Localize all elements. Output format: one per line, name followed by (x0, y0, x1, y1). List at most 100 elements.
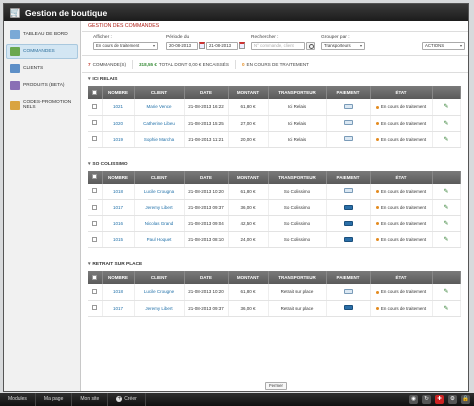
row-checkbox[interactable] (92, 288, 98, 294)
row-checkbox[interactable] (92, 204, 98, 210)
order-number[interactable]: 1019 (102, 131, 135, 148)
row-checkbox[interactable] (92, 305, 98, 310)
row-checkbox-cell[interactable] (88, 99, 103, 116)
settings-icon[interactable]: ⚙ (448, 395, 457, 404)
date-to-field[interactable]: 21-08-2013 (206, 42, 238, 50)
my-page-button[interactable]: Ma page (36, 393, 73, 406)
column-header[interactable]: MONTANT (228, 86, 269, 99)
section-title[interactable]: ▾ RETRAIT SUR PLACE (82, 258, 468, 271)
order-number[interactable]: 1018 (102, 183, 135, 200)
table-row[interactable]: 1020 Catherine Libeu 21-08-2013 15:25 27,00… (88, 115, 461, 132)
column-header[interactable]: MONTANT (228, 170, 269, 184)
client-name[interactable]: Jeremy Libert (134, 199, 185, 216)
order-number[interactable]: 1017 (102, 199, 135, 216)
row-checkbox[interactable] (92, 236, 98, 242)
edit-cell[interactable]: ✎ (432, 131, 461, 148)
row-checkbox-cell[interactable] (88, 183, 103, 200)
order-number[interactable]: 1021 (102, 99, 135, 116)
row-checkbox-cell[interactable] (88, 300, 103, 317)
client-name[interactable]: Lucile Crougna (134, 183, 185, 200)
client-name[interactable]: Marie Vence (134, 99, 185, 116)
order-number[interactable]: 1016 (102, 215, 135, 232)
column-header[interactable]: ÉTAT (370, 271, 433, 284)
column-header[interactable]: CLIENT (134, 86, 185, 99)
select-all-cell[interactable] (88, 86, 103, 99)
modules-button[interactable]: Modules (0, 393, 36, 406)
column-header[interactable]: ÉTAT (370, 170, 433, 184)
row-checkbox[interactable] (92, 188, 98, 194)
column-header[interactable]: ÉTAT (370, 86, 433, 99)
sidebar-item-orders[interactable]: COMMANDES (6, 44, 78, 59)
row-checkbox-cell[interactable] (88, 215, 103, 232)
column-header[interactable]: DATE (184, 271, 229, 284)
select-all-checkbox[interactable] (92, 89, 98, 95)
close-button[interactable]: Fermer (265, 382, 287, 390)
refresh-icon[interactable]: ↻ (422, 395, 431, 404)
sidebar-item-promo-codes[interactable]: CODES-PROMOTIONNELS (6, 95, 78, 115)
edit-cell[interactable]: ✎ (432, 99, 461, 116)
order-number[interactable]: 1018 (102, 284, 135, 301)
select-all-checkbox[interactable] (92, 274, 98, 280)
client-name[interactable]: Nicolas Grand (134, 215, 185, 232)
client-name[interactable]: Paul Hoquet (134, 231, 185, 248)
search-input[interactable]: N° commande, client (251, 42, 305, 50)
row-checkbox[interactable] (92, 103, 98, 109)
client-name[interactable]: Jeremy Libert (134, 300, 185, 317)
table-row[interactable]: 1018 Lucile Crougne 21-08-2013 10:20 61,80 … (88, 284, 461, 301)
lock-icon[interactable]: 🔒 (461, 395, 470, 404)
row-checkbox[interactable] (92, 136, 98, 141)
column-header[interactable]: NOMBRE (102, 86, 135, 99)
order-number[interactable]: 1020 (102, 115, 135, 132)
calendar-icon[interactable] (239, 42, 245, 49)
edit-icon[interactable]: ✎ (443, 288, 448, 295)
date-from-field[interactable]: 20-08-2013 (166, 42, 198, 50)
column-header[interactable]: TRANSPORTEUR (268, 271, 327, 284)
column-header[interactable]: CLIENT (134, 271, 185, 284)
row-checkbox[interactable] (92, 220, 98, 226)
column-header[interactable]: TRANSPORTEUR (268, 86, 327, 99)
edit-icon[interactable]: ✎ (443, 103, 448, 110)
client-name[interactable]: Sophie Marcha (134, 131, 185, 148)
client-name[interactable]: Lucile Crougne (134, 284, 185, 301)
table-row[interactable]: 1016 Nicolas Grand 21-08-2013 09:04 42,50 €… (88, 215, 461, 232)
column-header[interactable]: MONTANT (228, 271, 269, 284)
group-select[interactable]: Transporteurs ▾ (321, 42, 365, 50)
column-header[interactable]: NOMBRE (102, 271, 135, 284)
table-row[interactable]: 1019 Sophie Marcha 21-08-2013 11:21 20,00 €… (88, 131, 461, 148)
edit-cell[interactable]: ✎ (432, 115, 461, 132)
edit-cell[interactable]: ✎ (432, 284, 461, 301)
table-row[interactable]: 1018 Lucile Crougna 21-08-2013 10:20 61,80 … (88, 183, 461, 200)
column-header[interactable]: NOMBRE (102, 170, 135, 184)
select-all-checkbox[interactable] (92, 174, 98, 179)
row-checkbox[interactable] (92, 120, 98, 125)
select-all-cell[interactable] (88, 170, 103, 184)
select-all-cell[interactable] (88, 271, 103, 284)
row-checkbox-cell[interactable] (88, 131, 103, 148)
edit-cell[interactable]: ✎ (432, 199, 461, 216)
show-select[interactable]: En cours de traitement ▾ (93, 42, 158, 50)
column-header[interactable]: DATE (184, 86, 229, 99)
order-number[interactable]: 1015 (102, 231, 135, 248)
edit-cell[interactable]: ✎ (432, 183, 461, 200)
column-header[interactable]: PAIEMENT (326, 86, 371, 99)
table-row[interactable]: 1015 Paul Hoquet 21-08-2013 08:10 24,00 € So… (88, 231, 461, 248)
column-header[interactable]: DATE (184, 170, 229, 184)
row-checkbox-cell[interactable] (88, 115, 103, 132)
actions-select[interactable]: ACTIONS ▾ (422, 42, 465, 50)
edit-icon[interactable]: ✎ (443, 236, 448, 243)
edit-icon[interactable]: ✎ (443, 136, 448, 143)
sidebar-item-products[interactable]: PRODUITS (BETA) (6, 78, 78, 93)
column-header[interactable]: TRANSPORTEUR (268, 170, 327, 184)
row-checkbox-cell[interactable] (88, 199, 103, 216)
table-row[interactable]: 1017 Jeremy Libert 21-08-2013 09:37 36,00 €… (88, 199, 461, 216)
sidebar-item-clients[interactable]: CLIENTS (6, 61, 78, 76)
sidebar-item-dashboard[interactable]: TABLEAU DE BORD (6, 27, 78, 42)
edit-cell[interactable]: ✎ (432, 300, 461, 317)
edit-cell[interactable]: ✎ (432, 215, 461, 232)
edit-icon[interactable]: ✎ (443, 188, 448, 195)
edit-icon[interactable]: ✎ (443, 204, 448, 211)
column-header[interactable]: CLIENT (134, 170, 185, 184)
order-number[interactable]: 1017 (102, 300, 135, 317)
client-name[interactable]: Catherine Libeu (134, 115, 185, 132)
section-title[interactable]: ▾ ICI RELAIS (82, 73, 468, 86)
